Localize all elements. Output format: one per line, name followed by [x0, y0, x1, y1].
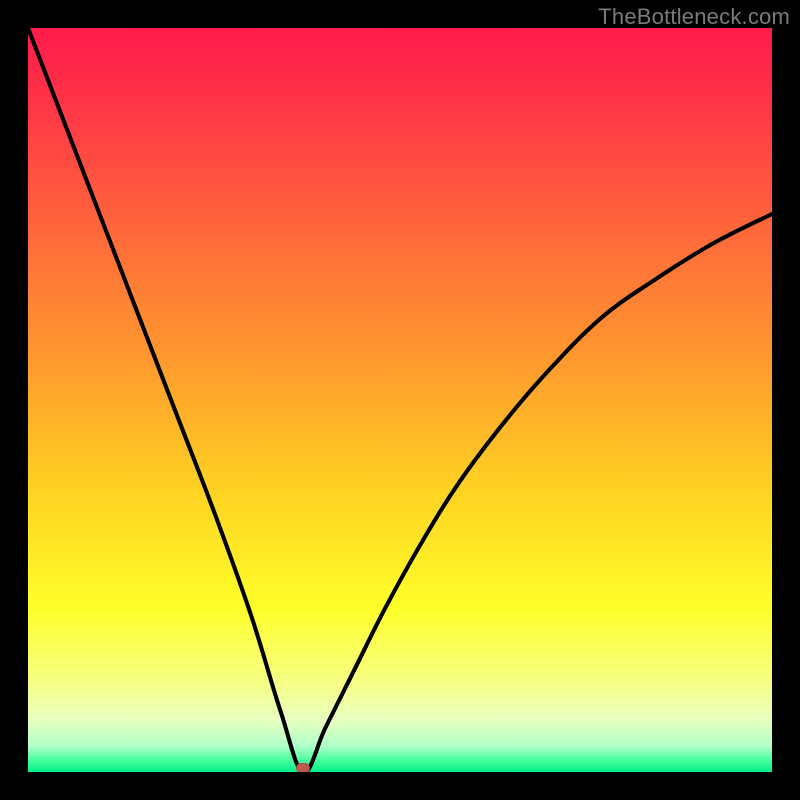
- watermark-text: TheBottleneck.com: [598, 4, 790, 30]
- plot-area: [28, 28, 772, 772]
- optimal-point-marker: [296, 763, 310, 772]
- bottleneck-curve: [28, 28, 772, 772]
- outer-frame: TheBottleneck.com: [0, 0, 800, 800]
